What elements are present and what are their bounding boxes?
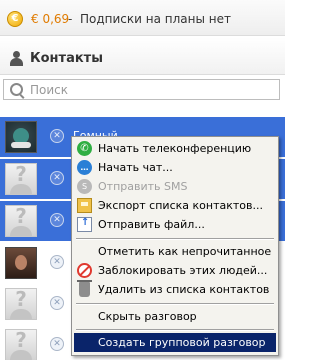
menu-item-export-contacts[interactable]: Экспорт списка контактов... — [74, 196, 276, 215]
menu-item-label: Отправить файл... — [98, 218, 205, 231]
menu-item-label: Отметить как непрочитанное — [98, 245, 272, 258]
export-contacts-icon — [77, 198, 92, 213]
credit-separator: - — [68, 12, 73, 26]
contact-status-icon: ✕ — [50, 255, 64, 269]
contact-status-icon: ✕ — [50, 129, 64, 143]
sms-icon: S — [77, 179, 92, 194]
menu-separator — [76, 329, 274, 331]
contact-avatar — [5, 121, 37, 153]
menu-item-mark-unread[interactable]: Отметить как непрочитанное — [74, 242, 276, 261]
contacts-title: Контакты — [30, 51, 103, 66]
contacts-person-icon — [9, 51, 23, 66]
contact-status-icon: ✕ — [50, 296, 64, 310]
default-avatar-icon: ? — [5, 328, 37, 360]
search-icon — [10, 83, 23, 96]
send-file-icon — [77, 217, 92, 232]
menu-item-remove-contact[interactable]: Удалить из списка контактов — [74, 280, 276, 299]
menu-item-block-people[interactable]: Заблокировать этих людей... — [74, 261, 276, 280]
search-box[interactable] — [3, 79, 280, 100]
phone-icon: ✆ — [77, 141, 92, 156]
contact-status-icon: ✕ — [50, 213, 64, 227]
contact-row-partial[interactable] — [0, 103, 285, 105]
subscription-status[interactable]: Подписки на планы нет — [80, 12, 231, 26]
menu-item-label: Экспорт списка контактов... — [98, 199, 263, 212]
menu-item-label: Скрыть разговор — [98, 310, 197, 323]
contacts-header[interactable]: Контакты — [0, 37, 285, 75]
default-avatar-icon: ? — [5, 287, 37, 320]
skype-credit-coin-icon: € — [7, 11, 23, 27]
menu-item-start-chat[interactable]: … Начать чат... — [74, 158, 276, 177]
menu-item-label: Создать групповой разговор — [98, 336, 266, 349]
menu-item-label: Удалить из списка контактов — [98, 283, 270, 296]
menu-item-label: Начать телеконференцию — [98, 142, 252, 155]
menu-item-label: Отправить SMS — [98, 180, 188, 193]
trash-icon — [77, 280, 92, 297]
menu-item-create-group-conversation[interactable]: Создать групповой разговор — [74, 333, 276, 352]
menu-item-send-file[interactable]: Отправить файл... — [74, 215, 276, 234]
credit-amount[interactable]: € 0,69 — [31, 12, 69, 26]
block-icon — [77, 263, 92, 278]
menu-separator — [76, 303, 274, 305]
chat-icon: … — [77, 160, 92, 175]
default-avatar-icon: ? — [5, 162, 37, 195]
contact-context-menu[interactable]: ✆ Начать телеконференцию … Начать чат...… — [71, 136, 279, 356]
credit-bar: € € 0,69 - Подписки на планы нет — [0, 0, 285, 36]
menu-separator — [76, 238, 274, 240]
contact-avatar — [5, 247, 37, 279]
contact-status-icon: ✕ — [50, 337, 64, 351]
menu-item-send-sms: S Отправить SMS — [74, 177, 276, 196]
default-avatar-icon: ? — [5, 204, 37, 237]
menu-item-start-conference[interactable]: ✆ Начать телеконференцию — [74, 139, 276, 158]
menu-item-label: Начать чат... — [98, 161, 173, 174]
contact-status-icon: ✕ — [50, 171, 64, 185]
menu-item-label: Заблокировать этих людей... — [98, 264, 268, 277]
menu-item-hide-conversation[interactable]: Скрыть разговор — [74, 307, 276, 326]
search-input[interactable] — [30, 81, 270, 98]
